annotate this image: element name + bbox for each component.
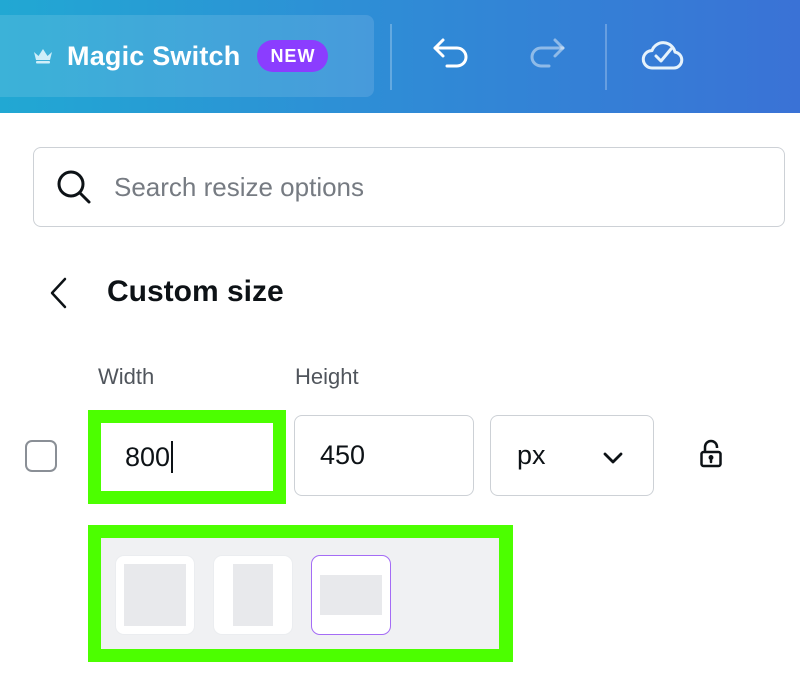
unit-value: px [517, 440, 546, 470]
toolbar-divider [390, 24, 392, 90]
top-toolbar: Magic Switch NEW [0, 0, 800, 113]
preset-square[interactable] [115, 555, 195, 635]
height-input[interactable]: 450 [294, 415, 474, 496]
orientation-presets [101, 538, 499, 649]
preset-landscape[interactable] [311, 555, 391, 635]
preset-portrait[interactable] [213, 555, 293, 635]
unit-select[interactable]: px [490, 415, 654, 496]
redo-button[interactable] [525, 34, 569, 78]
redo-icon [527, 37, 567, 76]
landscape-shape [320, 575, 382, 615]
search-icon [54, 167, 94, 207]
checkbox[interactable] [25, 440, 57, 472]
undo-button[interactable] [429, 34, 473, 78]
cloud-save-status-button[interactable] [641, 34, 685, 78]
new-badge: NEW [257, 40, 329, 72]
height-label: Height [295, 364, 359, 389]
cloud-check-icon [640, 36, 686, 77]
unlock-icon [699, 439, 723, 474]
height-value: 450 [320, 440, 366, 470]
aspect-lock-button[interactable] [694, 436, 728, 476]
search-input[interactable] [114, 171, 714, 203]
back-button[interactable] [40, 275, 76, 315]
magic-switch-label: Magic Switch [67, 40, 241, 71]
square-shape [124, 564, 186, 626]
magic-switch-button[interactable]: Magic Switch NEW [0, 15, 374, 97]
search-box [33, 147, 785, 227]
width-input[interactable]: 800 [101, 423, 273, 491]
crown-icon [33, 48, 53, 64]
text-caret [171, 441, 173, 473]
portrait-shape [233, 564, 273, 626]
toolbar-divider [605, 24, 607, 90]
width-label: Width [98, 364, 155, 389]
width-value: 800 [125, 441, 171, 472]
chevron-left-icon [47, 276, 69, 315]
panel-title: Custom size [107, 275, 284, 308]
undo-icon [431, 37, 471, 76]
chevron-down-icon [603, 440, 623, 471]
